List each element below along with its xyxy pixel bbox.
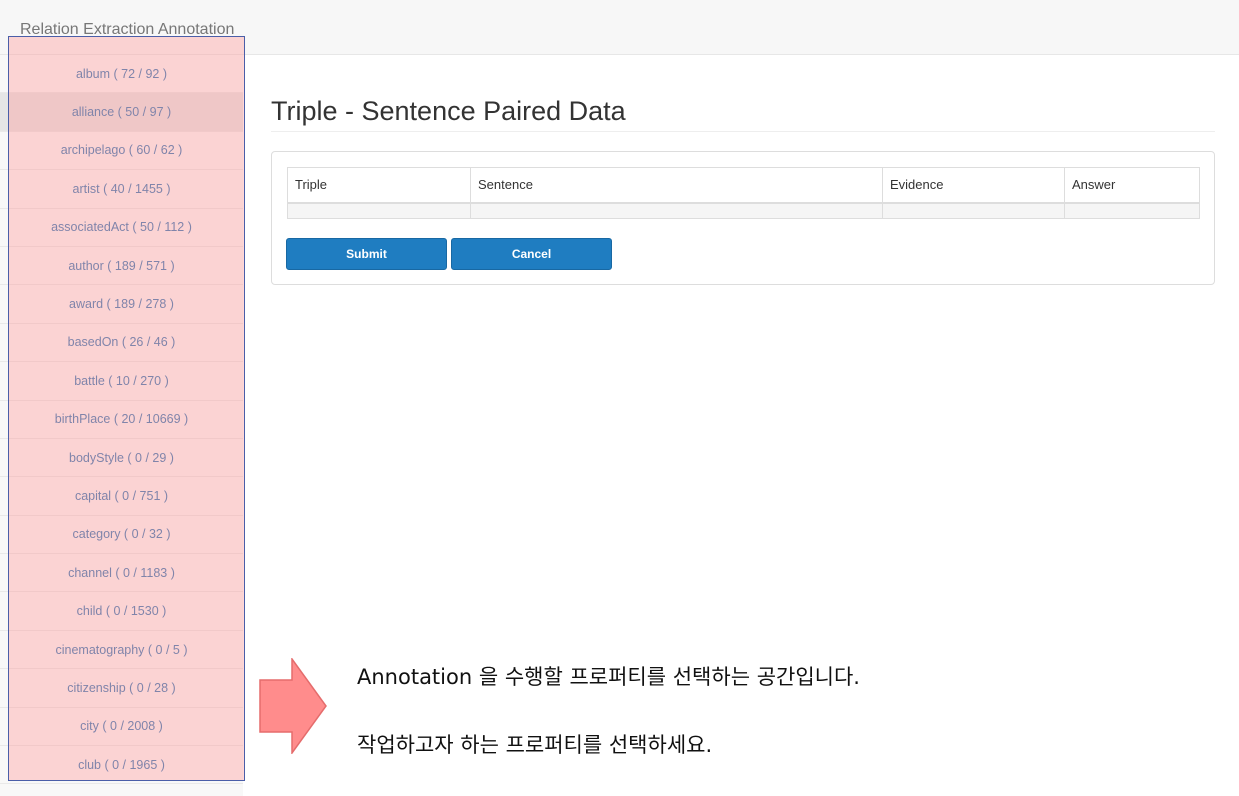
sidebar-item-basedon[interactable]: basedOn ( 26 / 46 ) (0, 324, 243, 363)
sidebar-item-associatedact[interactable]: associatedAct ( 50 / 112 ) (0, 209, 243, 247)
sidebar-item-archipelago[interactable]: archipelago ( 60 / 62 ) (0, 132, 243, 171)
cancel-button[interactable]: Cancel (451, 238, 612, 270)
sidebar-item-channel[interactable]: channel ( 0 / 1183 ) (0, 554, 243, 593)
page-title: Triple - Sentence Paired Data (271, 96, 626, 126)
sidebar-item-city[interactable]: city ( 0 / 2008 ) (0, 708, 243, 747)
annotation-note-line1: Annotation 을 수행할 프로퍼티를 선택하는 공간입니다. (357, 665, 860, 689)
table-row (287, 202, 1200, 219)
sidebar-item-cinematography[interactable]: cinematography ( 0 / 5 ) (0, 631, 243, 670)
sidebar-item-alliance[interactable]: alliance ( 50 / 97 ) (0, 93, 243, 132)
sidebar-item-award[interactable]: award ( 189 / 278 ) (0, 285, 243, 324)
column-header-sentence: Sentence (470, 167, 883, 204)
sidebar-item-author[interactable]: author ( 189 / 571 ) (0, 247, 243, 286)
title-divider (271, 131, 1215, 132)
table-cell-evidence (882, 202, 1065, 219)
sidebar-item-citizenship[interactable]: citizenship ( 0 / 28 ) (0, 669, 243, 708)
column-header-triple: Triple (287, 167, 471, 204)
column-header-answer: Answer (1064, 167, 1200, 204)
sidebar-item-birthplace[interactable]: birthPlace ( 20 / 10669 ) (0, 401, 243, 439)
table-cell-triple (287, 202, 471, 219)
sidebar-item-bodystyle[interactable]: bodyStyle ( 0 / 29 ) (0, 439, 243, 478)
table-header-row: Triple Sentence Evidence Answer (287, 167, 1200, 204)
triple-sentence-table: Triple Sentence Evidence Answer (287, 167, 1200, 219)
submit-button[interactable]: Submit (286, 238, 447, 270)
top-navbar: Relation Extraction Annotation (0, 0, 1239, 55)
column-header-evidence: Evidence (882, 167, 1065, 204)
data-panel: Triple Sentence Evidence Answer Submit C… (271, 151, 1215, 285)
annotation-note-line2: 작업하고자 하는 프로퍼티를 선택하세요. (357, 733, 713, 757)
app-title[interactable]: Relation Extraction Annotation (20, 21, 234, 39)
sidebar-item-category[interactable]: category ( 0 / 32 ) (0, 516, 243, 555)
sidebar-item-child[interactable]: child ( 0 / 1530 ) (0, 592, 243, 631)
property-sidebar: album ( 72 / 92 ) alliance ( 50 / 97 ) a… (0, 55, 243, 796)
pointer-arrow-icon (259, 658, 327, 754)
table-cell-sentence (470, 202, 883, 219)
sidebar-item-battle[interactable]: battle ( 10 / 270 ) (0, 362, 243, 401)
sidebar-item-album[interactable]: album ( 72 / 92 ) (0, 55, 243, 94)
sidebar-item-artist[interactable]: artist ( 40 / 1455 ) (0, 170, 243, 209)
sidebar-item-club[interactable]: club ( 0 / 1965 ) (0, 746, 243, 785)
table-cell-answer (1064, 202, 1200, 219)
sidebar-item-capital[interactable]: capital ( 0 / 751 ) (0, 477, 243, 516)
